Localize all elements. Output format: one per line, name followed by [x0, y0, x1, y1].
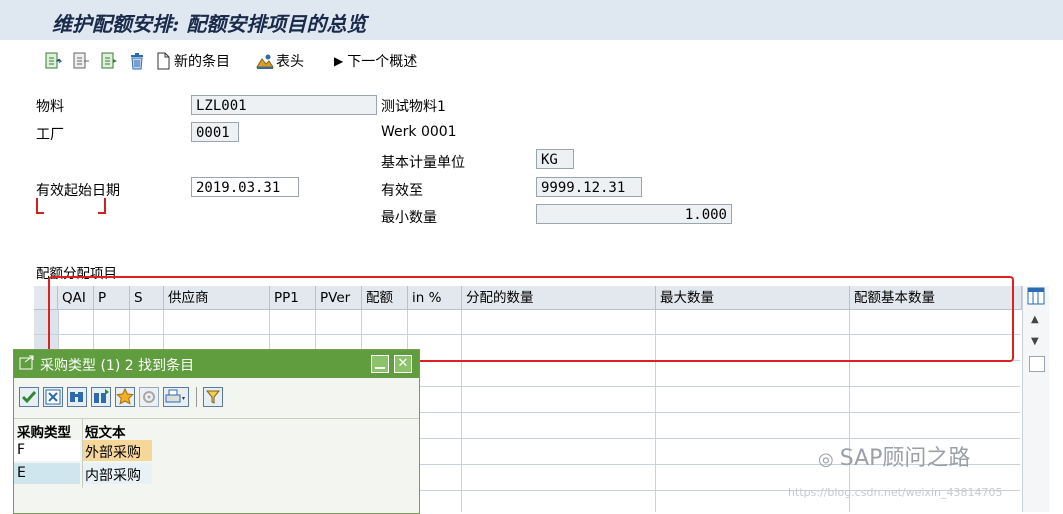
min-qty-label: 最小数量 — [381, 210, 437, 226]
popup-title: 采购类型 (1) 2 找到条目 — [40, 358, 195, 374]
focus-bracket-left — [36, 198, 44, 214]
close-icon[interactable]: ✕ — [394, 355, 412, 373]
valid-from-label: 有效起始日期 — [36, 183, 120, 199]
toolbar-separator — [196, 387, 197, 407]
watermark-url: https://blog.csdn.net/weixin_43814705 — [788, 486, 1003, 499]
popup-col-type-header[interactable]: 采购类型 — [17, 421, 71, 441]
popup-col-divider — [82, 418, 83, 488]
filter-icon[interactable] — [203, 387, 223, 407]
min-qty-field[interactable]: 1.000 — [536, 204, 732, 224]
minimize-icon[interactable] — [371, 355, 389, 373]
focus-bracket-right — [98, 198, 106, 214]
plant-description: Werk 0001 — [381, 124, 457, 140]
material-label: 物料 — [36, 99, 64, 115]
scroll-down-icon[interactable]: ▼ — [1031, 336, 1039, 347]
settings-icon[interactable] — [139, 387, 159, 407]
delete-icon[interactable] — [128, 52, 146, 70]
favorite-add-icon[interactable] — [115, 387, 135, 407]
valid-to-label: 有效至 — [381, 183, 423, 199]
confirm-icon[interactable] — [19, 387, 39, 407]
purchase-type-text: 外部采购 — [85, 445, 141, 461]
list-item[interactable]: F 外部采购 — [14, 440, 154, 461]
title-bar: 维护配额安排: 配额安排项目的总览 — [0, 0, 1063, 40]
print-icon[interactable] — [163, 387, 189, 407]
watermark-brand: ◎ SAP顾问之路 — [818, 440, 970, 472]
new-document-icon[interactable] — [154, 52, 172, 70]
wechat-icon: ◎ — [818, 449, 834, 470]
cancel-icon[interactable] — [43, 387, 63, 407]
material-field[interactable]: LZL001 — [191, 95, 377, 115]
plant-field[interactable]: 0001 — [191, 122, 239, 142]
next-overview-button[interactable]: 下一个概述 — [347, 51, 417, 71]
watermark-brand-text: SAP顾问之路 — [839, 446, 971, 471]
next-arrow-icon[interactable]: ▶ — [334, 54, 343, 68]
valid-to-field[interactable]: 9999.12.31 — [536, 177, 642, 197]
popup-title-bar[interactable]: 采购类型 (1) 2 找到条目 ✕ — [14, 350, 419, 378]
popup-divider — [14, 418, 419, 419]
popup-window-icon — [19, 355, 35, 375]
find-icon[interactable] — [67, 387, 87, 407]
find-next-icon[interactable] — [91, 387, 111, 407]
purchase-type-text: 内部采购 — [85, 468, 141, 484]
purchase-type-code: E — [17, 465, 26, 481]
base-unit-label: 基本计量单位 — [381, 155, 465, 171]
purchase-type-popup: 采购类型 (1) 2 找到条目 ✕ 采购类型 短文本 F 外部采购 E 内部采购 — [13, 349, 420, 514]
page-title: 维护配额安排: 配额安排项目的总览 — [52, 12, 367, 36]
scroll-up-icon[interactable]: ▲ — [1031, 314, 1039, 325]
column-settings-icon[interactable] — [1027, 287, 1045, 309]
purchase-type-code: F — [17, 442, 26, 458]
header-button[interactable]: 表头 — [276, 51, 304, 71]
base-unit-field[interactable]: KG — [536, 149, 574, 169]
scroll-thumb[interactable] — [1029, 356, 1045, 372]
table-scrollbar[interactable]: ▲ ▼ — [1022, 286, 1049, 512]
copy-icon[interactable] — [100, 52, 118, 70]
list-item[interactable]: E 内部采购 — [14, 463, 154, 484]
toolbar: 新的条目 表头 ▶ 下一个概述 — [44, 50, 417, 72]
header-icon[interactable] — [256, 52, 274, 70]
popup-col-text-header[interactable]: 短文本 — [85, 421, 126, 441]
valid-from-field[interactable]: 2019.03.31 — [191, 177, 299, 197]
plant-label: 工厂 — [36, 127, 64, 143]
display-change-icon[interactable] — [72, 52, 90, 70]
new-entries-button[interactable]: 新的条目 — [174, 51, 230, 71]
edit-icon[interactable] — [44, 52, 63, 70]
material-description: 测试物料1 — [381, 99, 446, 115]
